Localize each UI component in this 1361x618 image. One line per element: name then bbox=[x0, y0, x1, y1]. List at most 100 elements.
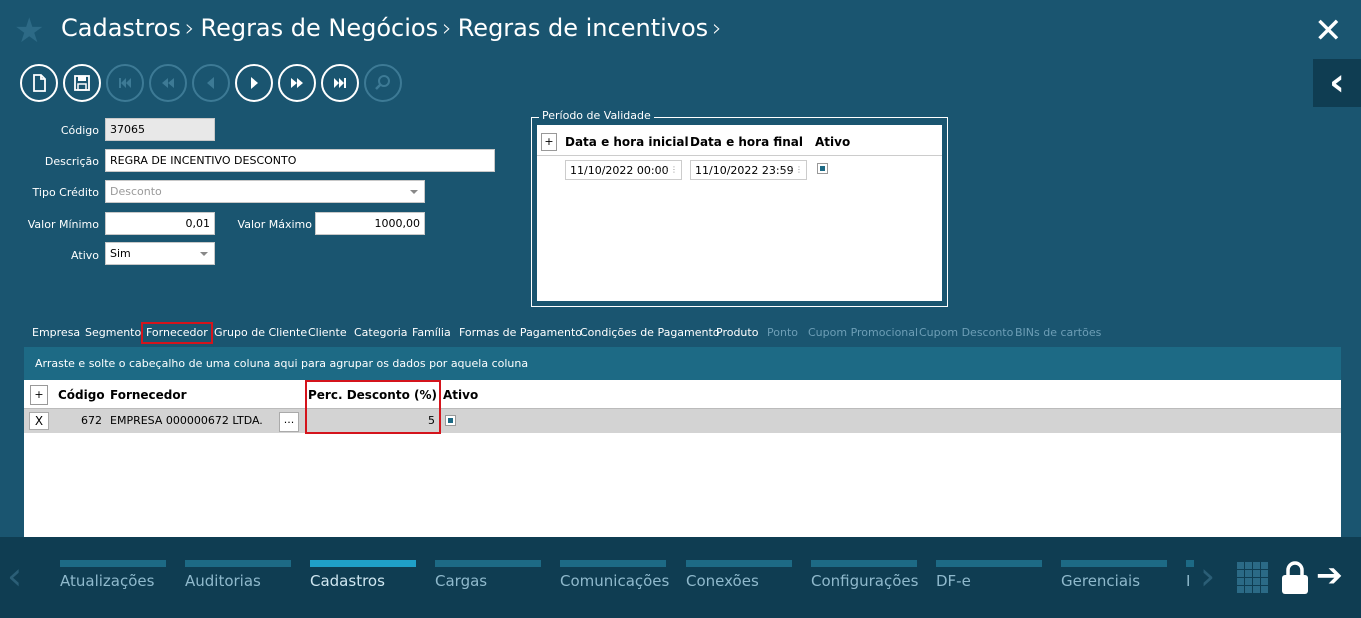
tab-ponto: Ponto bbox=[767, 326, 798, 339]
validity-legend: Período de Validade bbox=[539, 109, 654, 122]
valor-minimo-field[interactable]: 0,01 bbox=[105, 212, 215, 235]
nav-next-chevron-icon[interactable]: › bbox=[1200, 557, 1215, 595]
validity-grid: + Data e hora inicial Data e hora final … bbox=[537, 125, 942, 301]
end-datetime-field[interactable]: 11/10/2022 23:59 ⋮⋮⋮ bbox=[690, 160, 807, 180]
next-record-button[interactable] bbox=[235, 64, 273, 102]
tab-segmento[interactable]: Segmento bbox=[85, 322, 141, 344]
tipo-credito-select[interactable]: Desconto bbox=[105, 180, 425, 203]
nav-prev-chevron-icon[interactable]: ‹ bbox=[7, 557, 22, 595]
fast-forward-icon bbox=[291, 78, 303, 88]
fast-back-button[interactable] bbox=[149, 64, 187, 102]
collapse-panel-chevron-left-icon[interactable]: ‹ bbox=[1313, 59, 1361, 107]
breadcrumb: Cadastros › Regras de Negócios › Regras de i… bbox=[61, 14, 728, 42]
module-item-dfe[interactable]: DF-e bbox=[936, 560, 1042, 590]
module-item-gerenciais[interactable]: Gerenciais bbox=[1061, 560, 1167, 590]
fast-forward-button[interactable] bbox=[278, 64, 316, 102]
valor-maximo-label: Valor Máximo bbox=[237, 218, 312, 231]
play-icon bbox=[251, 77, 258, 89]
tab-grupo-de-cliente[interactable]: Grupo de Cliente bbox=[214, 322, 307, 344]
breadcrumb-item-cadastros[interactable]: Cadastros bbox=[61, 14, 181, 42]
module-bar bbox=[310, 560, 416, 567]
module-bar bbox=[435, 560, 541, 567]
breadcrumb-separator-icon: › bbox=[184, 14, 195, 42]
header: ★ Cadastros › Regras de Negócios › Regras de… bbox=[0, 0, 1361, 60]
module-label: Gerenciais bbox=[1061, 572, 1141, 590]
module-bar bbox=[1061, 560, 1167, 567]
supplier-grid: Arraste e solte o cabeçalho de uma colun… bbox=[24, 347, 1341, 537]
tab-empresa[interactable]: Empresa bbox=[32, 322, 80, 344]
supplier-lookup-button[interactable]: ... bbox=[279, 412, 299, 432]
first-record-button[interactable] bbox=[106, 64, 144, 102]
tab-cupom-promocional: Cupom Promocional bbox=[808, 326, 919, 339]
module-label: Conexões bbox=[686, 572, 759, 590]
module-label: Cargas bbox=[435, 572, 488, 590]
close-icon[interactable]: ✕ bbox=[1314, 14, 1343, 48]
delete-row-button[interactable]: X bbox=[29, 412, 49, 430]
calendar-grid-icon[interactable]: ⋮⋮⋮ bbox=[656, 166, 678, 174]
module-label: Cadastros bbox=[310, 572, 385, 590]
ativo-value: Sim bbox=[110, 247, 131, 260]
tab-condicoes-de-pagamento[interactable]: Condições de Pagamento bbox=[580, 322, 720, 344]
tipo-credito-label: Tipo Crédito bbox=[32, 186, 99, 199]
add-supplier-button[interactable]: + bbox=[30, 385, 48, 405]
last-record-button[interactable] bbox=[321, 64, 359, 102]
module-item-auditorias[interactable]: Auditorias bbox=[185, 560, 291, 590]
module-label: Auditorias bbox=[185, 572, 261, 590]
add-validity-button[interactable]: + bbox=[541, 133, 557, 151]
tab-fornecedor[interactable]: Fornecedor bbox=[141, 322, 213, 344]
tab-categoria[interactable]: Categoria bbox=[354, 322, 408, 344]
column-header-start[interactable]: Data e hora inicial bbox=[565, 135, 689, 149]
column-header-active[interactable]: Ativo bbox=[815, 135, 850, 149]
group-by-drop-area[interactable]: Arraste e solte o cabeçalho de uma colun… bbox=[24, 347, 1341, 380]
search-button[interactable] bbox=[364, 64, 402, 102]
start-datetime-field[interactable]: 11/10/2022 00:00 ⋮⋮⋮ bbox=[565, 160, 682, 180]
module-label: I bbox=[1186, 572, 1191, 590]
module-bar bbox=[936, 560, 1042, 567]
codigo-field[interactable]: 37065 bbox=[105, 118, 215, 141]
new-document-button[interactable] bbox=[20, 64, 58, 102]
supplier-active-checkbox[interactable] bbox=[445, 415, 456, 426]
cell-fornecedor: EMPRESA 000000672 LTDA. bbox=[110, 414, 263, 427]
module-item-comunicacoes[interactable]: Comunicações bbox=[560, 560, 669, 590]
module-item-conexoes[interactable]: Conexões bbox=[686, 560, 792, 590]
calendar-grid-icon[interactable]: ⋮⋮⋮ bbox=[781, 166, 803, 174]
favorite-star-icon[interactable]: ★ bbox=[14, 14, 44, 48]
valor-maximo-field[interactable]: 1000,00 bbox=[315, 212, 425, 235]
module-nav-bar: ‹ Atualizações Auditorias Cadastros Carg… bbox=[0, 537, 1361, 618]
breadcrumb-separator-icon: › bbox=[712, 14, 722, 42]
tab-familia[interactable]: Família bbox=[412, 322, 451, 344]
module-item-configuracoes[interactable]: Configurações bbox=[811, 560, 918, 590]
tab-formas-de-pagamento[interactable]: Formas de Pagamento bbox=[459, 322, 582, 344]
column-header-end[interactable]: Data e hora final bbox=[690, 135, 803, 149]
module-item-atualizacoes[interactable]: Atualizações bbox=[60, 560, 166, 590]
module-item-cargas[interactable]: Cargas bbox=[435, 560, 541, 590]
descricao-field[interactable]: REGRA DE INCENTIVO DESCONTO bbox=[105, 149, 495, 172]
breadcrumb-item-regras-de-incentivos[interactable]: Regras de incentivos bbox=[458, 14, 708, 42]
module-item-partial[interactable]: I bbox=[1186, 560, 1194, 590]
validity-grid-header: + Data e hora inicial Data e hora final … bbox=[537, 125, 942, 156]
tab-cupom-desconto: Cupom Desconto bbox=[919, 326, 1014, 339]
column-header-ativo[interactable]: Ativo bbox=[443, 388, 478, 402]
table-row[interactable]: X 672 EMPRESA 000000672 LTDA. ... 5 bbox=[24, 409, 1341, 433]
new-document-icon bbox=[33, 74, 46, 92]
tab-cliente[interactable]: Cliente bbox=[308, 322, 347, 344]
tab-bins-de-cartoes: BINs de cartões bbox=[1015, 326, 1102, 339]
save-button[interactable] bbox=[63, 64, 101, 102]
apps-grid-icon[interactable] bbox=[1237, 562, 1268, 593]
lock-icon[interactable] bbox=[1281, 561, 1309, 595]
end-datetime-value: 11/10/2022 23:59 bbox=[695, 163, 794, 177]
codigo-label: Código bbox=[60, 124, 99, 137]
module-bar bbox=[686, 560, 792, 567]
tab-produto[interactable]: Produto bbox=[716, 322, 758, 344]
logout-arrow-icon[interactable]: ➔ bbox=[1316, 559, 1343, 591]
column-header-fornecedor[interactable]: Fornecedor bbox=[110, 388, 187, 402]
breadcrumb-separator-icon: › bbox=[442, 14, 452, 42]
previous-record-button[interactable] bbox=[192, 64, 230, 102]
module-item-cadastros[interactable]: Cadastros bbox=[310, 560, 416, 590]
validity-active-checkbox[interactable] bbox=[817, 163, 828, 174]
column-header-codigo[interactable]: Código bbox=[58, 388, 105, 402]
ativo-select[interactable]: Sim bbox=[105, 242, 215, 265]
breadcrumb-item-regras-de-negocios[interactable]: Regras de Negócios bbox=[200, 14, 438, 42]
module-bar bbox=[60, 560, 166, 567]
module-bar bbox=[185, 560, 291, 567]
